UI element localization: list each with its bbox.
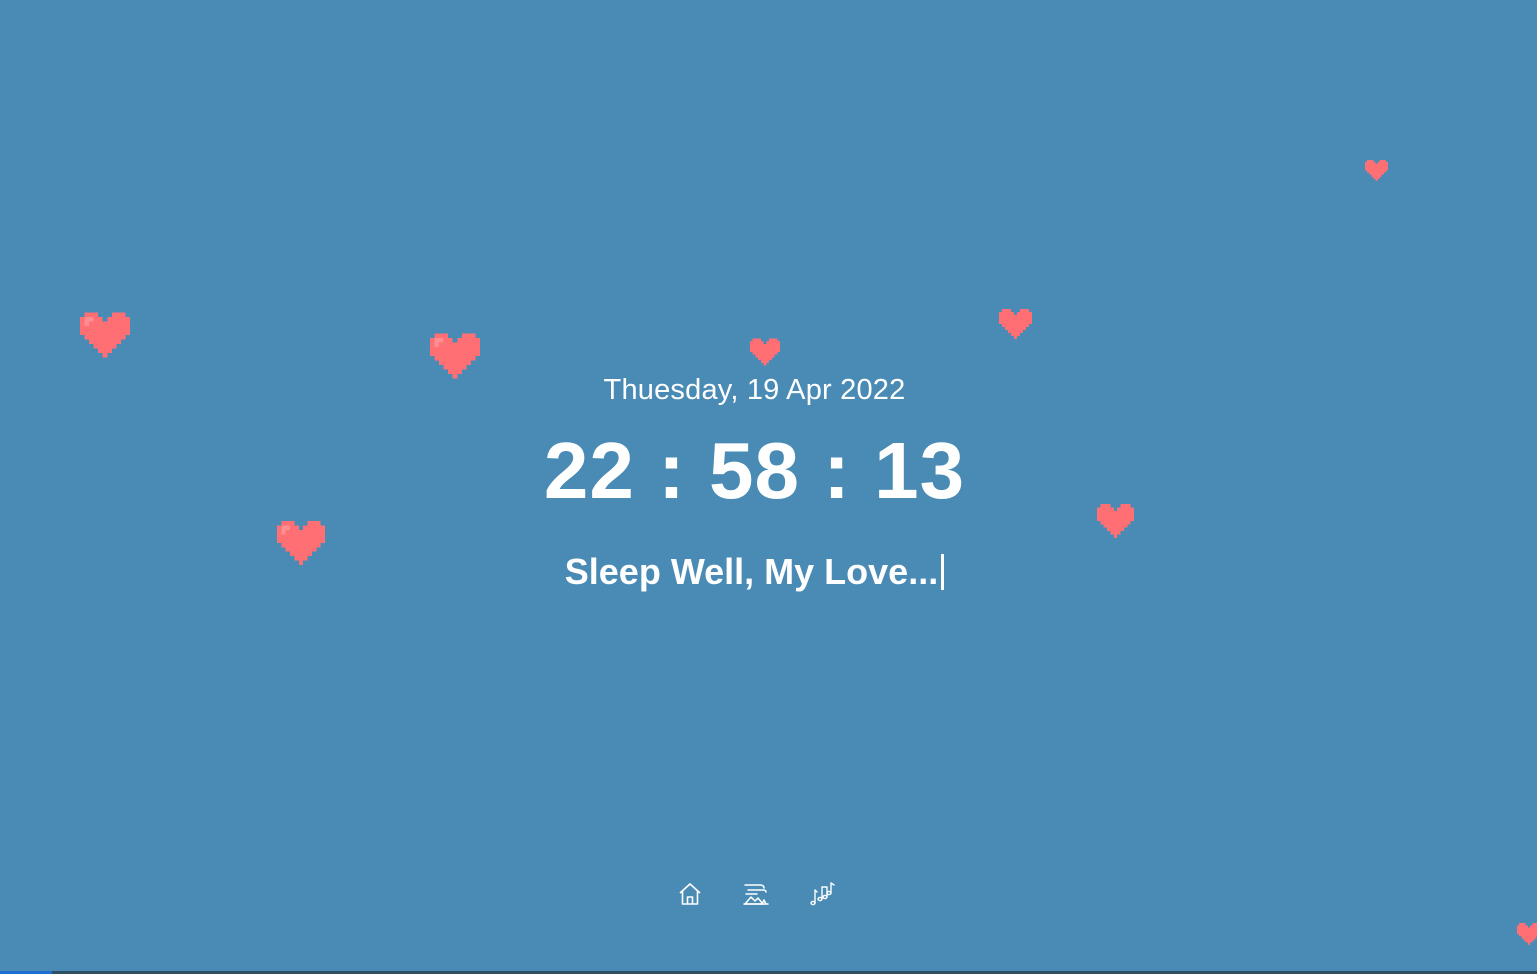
time-display: 22 : 58 : 13 (543, 426, 966, 515)
bottom-nav (675, 879, 837, 909)
background-button[interactable] (741, 879, 771, 909)
heart-decoration (750, 338, 780, 366)
landscape-icon (743, 884, 769, 905)
heart-decoration (80, 312, 130, 358)
date-display: Thuesday, 19 Apr 2022 (603, 374, 906, 406)
greeting-message: Sleep Well, My Love... (0, 551, 1509, 593)
heart-decoration (430, 333, 480, 379)
home-button[interactable] (675, 879, 705, 909)
heart-decoration (1365, 160, 1388, 181)
heart-decoration (1517, 923, 1537, 945)
music-button[interactable] (807, 879, 837, 909)
greeting-text: Sleep Well, My Love... (564, 551, 939, 592)
music-notes-icon (810, 882, 835, 906)
typing-cursor (941, 554, 945, 590)
heart-decoration (999, 309, 1032, 339)
lockscreen-stage: Thuesday, 19 Apr 2022 22 : 58 : 13 Sleep… (0, 0, 1537, 974)
home-icon (679, 883, 701, 905)
